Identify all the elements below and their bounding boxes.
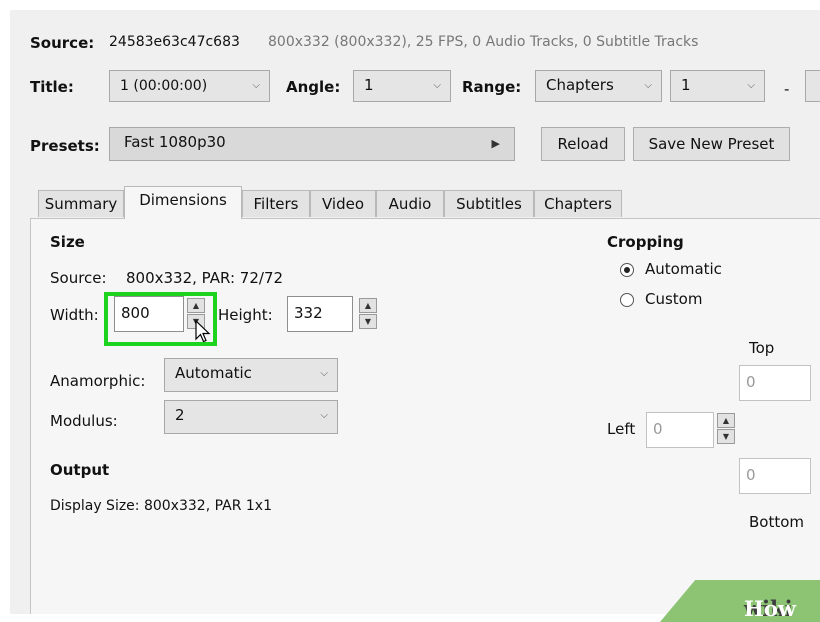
angle-dropdown[interactable]: 1 ⌵ xyxy=(353,70,451,102)
range-label: Range: xyxy=(462,78,522,96)
modulus-value: 2 xyxy=(175,406,185,424)
tab-subtitles[interactable]: Subtitles xyxy=(444,190,534,217)
tab-audio[interactable]: Audio xyxy=(376,190,444,217)
range-type-dropdown[interactable]: Chapters ⌵ xyxy=(535,70,662,102)
title-dropdown-value: 1 (00:00:00) xyxy=(120,78,208,94)
tab-summary[interactable]: Summary xyxy=(38,190,124,217)
reload-button[interactable]: Reload xyxy=(541,127,625,161)
crop-left-stepper[interactable]: ▲ ▼ xyxy=(717,412,737,446)
crop-automatic-label: Automatic xyxy=(645,260,722,278)
output-heading: Output xyxy=(50,461,110,479)
height-label: Height: xyxy=(218,306,273,324)
range-type-value: Chapters xyxy=(546,76,614,94)
arrow-right-icon: ▶ xyxy=(491,137,500,150)
size-heading: Size xyxy=(50,233,85,251)
spin-up-icon[interactable]: ▲ xyxy=(717,413,735,428)
title-dropdown[interactable]: 1 (00:00:00) ⌵ xyxy=(109,70,270,102)
crop-custom-radio[interactable] xyxy=(620,293,634,307)
crop-left-input[interactable]: 0 xyxy=(646,412,714,448)
source-label: Source: xyxy=(30,34,95,52)
radio-dot-icon xyxy=(624,267,630,273)
tab-filters[interactable]: Filters xyxy=(242,190,310,217)
cropping-heading: Cropping xyxy=(607,233,684,251)
angle-label: Angle: xyxy=(286,78,341,96)
spin-up-icon[interactable]: ▲ xyxy=(359,298,377,313)
chevron-down-icon: ⌵ xyxy=(252,80,260,91)
tab-dimensions[interactable]: Dimensions xyxy=(124,186,242,219)
crop-automatic-radio[interactable] xyxy=(620,263,634,277)
chevron-down-icon: ⌵ xyxy=(320,410,328,421)
range-start-value: 1 xyxy=(681,76,691,94)
anamorphic-dropdown[interactable]: Automatic ⌵ xyxy=(164,358,338,392)
presets-value: Fast 1080p30 xyxy=(124,133,226,151)
chevron-down-icon: ⌵ xyxy=(320,368,328,379)
tab-chapters[interactable]: Chapters xyxy=(534,190,622,217)
source-size-label: Source: xyxy=(50,269,107,287)
chevron-down-icon: ⌵ xyxy=(747,80,755,91)
crop-left-label: Left xyxy=(607,420,636,438)
chevron-down-icon: ⌵ xyxy=(644,80,652,91)
angle-dropdown-value: 1 xyxy=(364,76,374,94)
range-start-dropdown[interactable]: 1 ⌵ xyxy=(670,70,765,102)
tab-video[interactable]: Video xyxy=(310,190,376,217)
presets-dropdown[interactable]: Fast 1080p30 ▶ xyxy=(109,127,515,161)
crop-bottom-label: Bottom xyxy=(749,513,805,531)
crop-bottom-input[interactable]: 0 xyxy=(739,458,811,494)
spin-down-icon[interactable]: ▼ xyxy=(359,314,377,329)
save-new-preset-button[interactable]: Save New Preset xyxy=(633,127,790,161)
handbrake-window: Source: 24583e63c47c683 800x332 (800x332… xyxy=(10,10,820,614)
source-size-value: 800x332, PAR: 72/72 xyxy=(126,269,284,287)
crop-custom-label: Custom xyxy=(645,290,703,308)
modulus-dropdown[interactable]: 2 ⌵ xyxy=(164,400,338,434)
crop-top-label: Top xyxy=(749,339,775,357)
title-label: Title: xyxy=(30,78,74,96)
height-stepper[interactable]: ▲ ▼ xyxy=(359,297,379,331)
watermark-how: How xyxy=(744,596,796,621)
spin-down-icon[interactable]: ▼ xyxy=(717,429,735,444)
width-label: Width: xyxy=(50,306,99,324)
modulus-label: Modulus: xyxy=(50,412,118,430)
mouse-cursor-icon xyxy=(195,320,211,343)
presets-label: Presets: xyxy=(30,137,100,155)
display-size: Display Size: 800x332, PAR 1x1 xyxy=(50,498,272,514)
range-dash: - xyxy=(784,80,790,98)
anamorphic-value: Automatic xyxy=(175,364,252,382)
height-input[interactable]: 332 xyxy=(287,296,353,332)
anamorphic-label: Anamorphic: xyxy=(50,372,146,390)
source-info: 800x332 (800x332), 25 FPS, 0 Audio Track… xyxy=(268,34,699,50)
source-name: 24583e63c47c683 xyxy=(109,34,240,50)
chevron-down-icon: ⌵ xyxy=(433,80,441,91)
range-end-dropdown[interactable] xyxy=(805,70,820,102)
crop-top-input[interactable]: 0 xyxy=(739,365,811,401)
